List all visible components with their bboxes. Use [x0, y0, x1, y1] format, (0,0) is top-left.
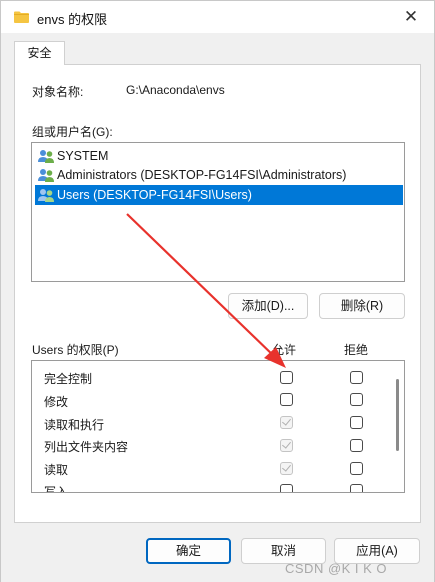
- window-title: envs 的权限: [37, 12, 108, 27]
- list-item-label: Users (DESKTOP-FG14FSI\Users): [57, 188, 252, 202]
- object-name-label: 对象名称:: [32, 85, 84, 99]
- allow-checkbox[interactable]: [280, 371, 293, 384]
- users-group-icon: [38, 169, 54, 182]
- deny-header: 拒绝: [344, 343, 369, 357]
- deny-checkbox[interactable]: [350, 371, 363, 384]
- close-icon: ✕: [403, 7, 419, 26]
- permission-name: 写入: [44, 485, 69, 493]
- allow-checkbox[interactable]: [280, 393, 293, 406]
- deny-checkbox[interactable]: [350, 393, 363, 406]
- list-item-label: SYSTEM: [57, 149, 109, 163]
- users-group-icon: [38, 189, 54, 202]
- folder-icon: [14, 11, 29, 23]
- scrollbar-thumb[interactable]: [396, 379, 399, 451]
- permissions-label: Users 的权限(P): [32, 343, 119, 357]
- users-group-icon: [38, 150, 54, 163]
- permission-name: 读取: [44, 463, 69, 477]
- deny-checkbox[interactable]: [350, 462, 363, 475]
- list-item[interactable]: Administrators (DESKTOP-FG14FSI\Administ…: [35, 165, 403, 185]
- remove-button[interactable]: 删除(R): [319, 293, 405, 319]
- groups-listbox[interactable]: SYSTEM Administrators (DESKTOP-FG14FSI\A…: [31, 142, 405, 282]
- groups-label: 组或用户名(G):: [32, 125, 113, 139]
- tab-security[interactable]: 安全: [14, 41, 65, 65]
- permission-name: 读取和执行: [44, 418, 105, 432]
- allow-header: 允许: [272, 343, 297, 357]
- title-bar: envs 的权限 ✕: [1, 1, 434, 33]
- close-button[interactable]: ✕: [388, 1, 434, 33]
- permission-name: 修改: [44, 395, 69, 409]
- permission-name: 列出文件夹内容: [44, 440, 129, 454]
- deny-checkbox[interactable]: [350, 416, 363, 429]
- allow-checkbox: [280, 439, 293, 452]
- add-button[interactable]: 添加(D)...: [228, 293, 308, 319]
- list-item-label: Administrators (DESKTOP-FG14FSI\Administ…: [57, 168, 347, 182]
- allow-checkbox: [280, 462, 293, 475]
- watermark: CSDN @K I K O: [285, 561, 388, 576]
- permission-name: 完全控制: [44, 372, 93, 386]
- permissions-table[interactable]: 完全控制 修改 读取和执行 列出文件夹内容 读取 写入: [31, 360, 405, 493]
- allow-checkbox[interactable]: [280, 484, 293, 492]
- object-name-value: G:\Anaconda\envs: [126, 83, 225, 97]
- list-item[interactable]: SYSTEM: [35, 146, 403, 166]
- ok-button[interactable]: 确定: [146, 538, 231, 564]
- deny-checkbox[interactable]: [350, 439, 363, 452]
- permissions-dialog: envs 的权限 ✕ 安全 对象名称: G:\Anaconda\envs 组或用…: [0, 0, 435, 582]
- allow-checkbox: [280, 416, 293, 429]
- deny-checkbox[interactable]: [350, 484, 363, 492]
- list-item-selected[interactable]: Users (DESKTOP-FG14FSI\Users): [35, 185, 403, 205]
